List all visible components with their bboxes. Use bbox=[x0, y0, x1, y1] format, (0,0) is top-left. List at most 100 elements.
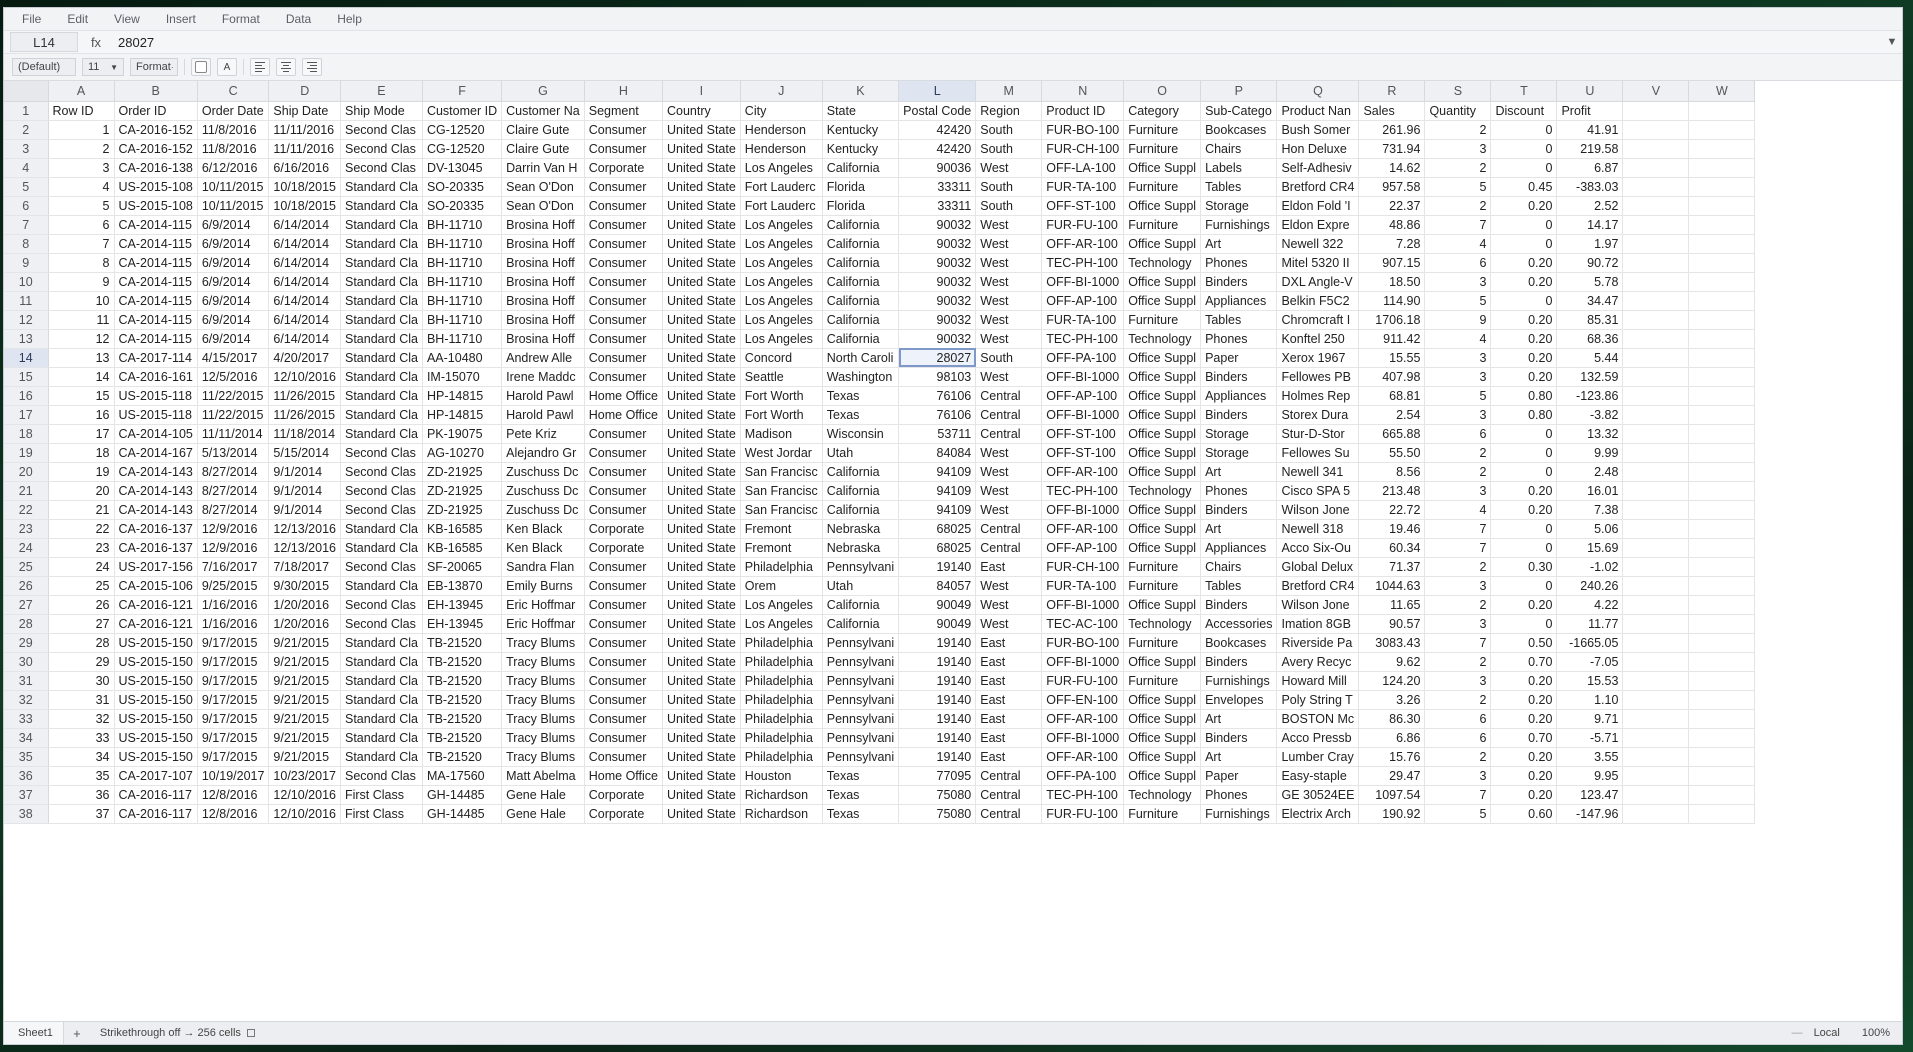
cell[interactable]: 5.06 bbox=[1556, 519, 1624, 539]
cell[interactable]: Second Clas bbox=[340, 481, 423, 501]
cell[interactable]: 6/9/2014 bbox=[197, 291, 270, 311]
cell-style-select[interactable]: (Default) bbox=[12, 58, 76, 76]
cell[interactable]: OFF-PA-100 bbox=[1041, 766, 1125, 786]
cell[interactable]: Consumer bbox=[584, 462, 664, 482]
cell[interactable]: 665.88 bbox=[1358, 424, 1426, 444]
cell[interactable]: 19140 bbox=[898, 557, 977, 577]
cell[interactable]: Consumer bbox=[584, 272, 664, 292]
cell[interactable] bbox=[1688, 443, 1756, 463]
cell[interactable]: 18 bbox=[48, 443, 115, 463]
cell[interactable]: US-2015-150 bbox=[114, 747, 198, 767]
cell[interactable]: 6/12/2016 bbox=[197, 158, 270, 178]
cell[interactable]: Technology bbox=[1123, 785, 1202, 805]
cell[interactable]: 11/11/2016 bbox=[268, 120, 341, 140]
cell[interactable]: Cisco SPA 5 bbox=[1276, 481, 1360, 501]
cell[interactable]: Brosina Hoff bbox=[501, 234, 585, 254]
cell[interactable] bbox=[1688, 424, 1756, 444]
cell[interactable] bbox=[1688, 747, 1756, 767]
cell[interactable]: Office Suppl bbox=[1123, 595, 1202, 615]
cell[interactable]: United State bbox=[662, 614, 741, 634]
cell[interactable]: United State bbox=[662, 405, 741, 425]
cell[interactable]: United State bbox=[662, 177, 741, 197]
cell[interactable]: 68025 bbox=[898, 519, 977, 539]
cell[interactable]: Claire Gute bbox=[501, 139, 585, 159]
cell[interactable]: 3 bbox=[1424, 671, 1492, 691]
cell[interactable]: 9/1/2014 bbox=[268, 462, 341, 482]
cell[interactable]: 9/1/2014 bbox=[268, 500, 341, 520]
cell[interactable]: Technology bbox=[1123, 253, 1202, 273]
cell[interactable]: 0.30 bbox=[1490, 557, 1558, 577]
cell[interactable]: TEC-AC-100 bbox=[1041, 614, 1125, 634]
cell[interactable]: Riverside Pa bbox=[1276, 633, 1360, 653]
cell[interactable]: 219.58 bbox=[1556, 139, 1624, 159]
column-header[interactable]: N bbox=[1041, 81, 1125, 102]
cell[interactable]: CA-2016-117 bbox=[114, 804, 198, 824]
cell[interactable]: East bbox=[975, 747, 1043, 767]
cell[interactable]: Second Clas bbox=[340, 120, 423, 140]
cell[interactable]: United State bbox=[662, 728, 741, 748]
cell[interactable]: 11/22/2015 bbox=[197, 405, 270, 425]
cell[interactable]: California bbox=[822, 158, 900, 178]
cell[interactable] bbox=[1688, 481, 1756, 501]
cell[interactable]: 3 bbox=[1424, 576, 1492, 596]
cell[interactable]: 10/18/2015 bbox=[268, 177, 341, 197]
cell[interactable]: United State bbox=[662, 576, 741, 596]
cell[interactable]: Brosina Hoff bbox=[501, 310, 585, 330]
cell[interactable]: -7.05 bbox=[1556, 652, 1624, 672]
cell[interactable]: US-2015-118 bbox=[114, 386, 198, 406]
cell[interactable]: GH-14485 bbox=[422, 804, 503, 824]
cell[interactable]: Holmes Rep bbox=[1276, 386, 1360, 406]
cell[interactable]: CA-2016-161 bbox=[114, 367, 198, 387]
cell[interactable]: Office Suppl bbox=[1123, 766, 1202, 786]
cell[interactable]: AG-10270 bbox=[422, 443, 503, 463]
cell[interactable]: 0.20 bbox=[1490, 709, 1558, 729]
column-header[interactable]: K bbox=[822, 81, 900, 102]
cell[interactable]: -383.03 bbox=[1556, 177, 1624, 197]
cell[interactable]: 11/22/2015 bbox=[197, 386, 270, 406]
cell[interactable]: Los Angeles bbox=[740, 614, 823, 634]
cell[interactable] bbox=[1622, 538, 1690, 558]
cell[interactable]: Storage bbox=[1200, 443, 1278, 463]
cell[interactable]: United State bbox=[662, 481, 741, 501]
cell[interactable]: West Jordar bbox=[740, 443, 823, 463]
cell[interactable]: EH-13945 bbox=[422, 614, 503, 634]
cell[interactable]: 2 bbox=[1424, 462, 1492, 482]
cell[interactable]: US-2015-108 bbox=[114, 196, 198, 216]
cell[interactable]: Pennsylvani bbox=[822, 671, 900, 691]
cell[interactable]: 6 bbox=[1424, 709, 1492, 729]
cell[interactable]: United State bbox=[662, 633, 741, 653]
cell[interactable]: HP-14815 bbox=[422, 386, 503, 406]
cell[interactable]: FUR-TA-100 bbox=[1041, 177, 1125, 197]
row-header[interactable]: 27 bbox=[4, 595, 49, 615]
cell[interactable]: 4 bbox=[1424, 329, 1492, 349]
cell[interactable]: Chairs bbox=[1200, 139, 1278, 159]
cell[interactable]: 3 bbox=[1424, 766, 1492, 786]
cell[interactable]: East bbox=[975, 633, 1043, 653]
cell[interactable]: 12/13/2016 bbox=[268, 538, 341, 558]
column-header[interactable]: Q bbox=[1276, 81, 1360, 102]
cell[interactable]: 19140 bbox=[898, 652, 977, 672]
cell[interactable]: 6 bbox=[48, 215, 115, 235]
cell[interactable]: 6 bbox=[1424, 253, 1492, 273]
cell[interactable]: West bbox=[975, 500, 1043, 520]
cell[interactable]: California bbox=[822, 272, 900, 292]
cell[interactable]: CA-2016-121 bbox=[114, 614, 198, 634]
cell[interactable]: 10/23/2017 bbox=[268, 766, 341, 786]
menu-help[interactable]: Help bbox=[337, 12, 362, 26]
cell[interactable]: West bbox=[975, 291, 1043, 311]
cell[interactable]: Row ID bbox=[48, 101, 115, 121]
row-header[interactable]: 38 bbox=[4, 804, 49, 824]
column-header[interactable]: B bbox=[114, 81, 198, 102]
column-header[interactable]: J bbox=[740, 81, 823, 102]
cell[interactable]: 11 bbox=[48, 310, 115, 330]
cell[interactable]: 0.80 bbox=[1490, 386, 1558, 406]
cell[interactable]: Imation 8GB bbox=[1276, 614, 1360, 634]
cell[interactable]: Furniture bbox=[1123, 671, 1202, 691]
cell[interactable]: Office Suppl bbox=[1123, 367, 1202, 387]
cell[interactable]: 4 bbox=[48, 177, 115, 197]
cell[interactable]: Consumer bbox=[584, 690, 664, 710]
cell[interactable]: TB-21520 bbox=[422, 690, 503, 710]
cell[interactable]: 10/19/2017 bbox=[197, 766, 270, 786]
cell[interactable]: 11/8/2016 bbox=[197, 120, 270, 140]
cell[interactable]: MA-17560 bbox=[422, 766, 503, 786]
